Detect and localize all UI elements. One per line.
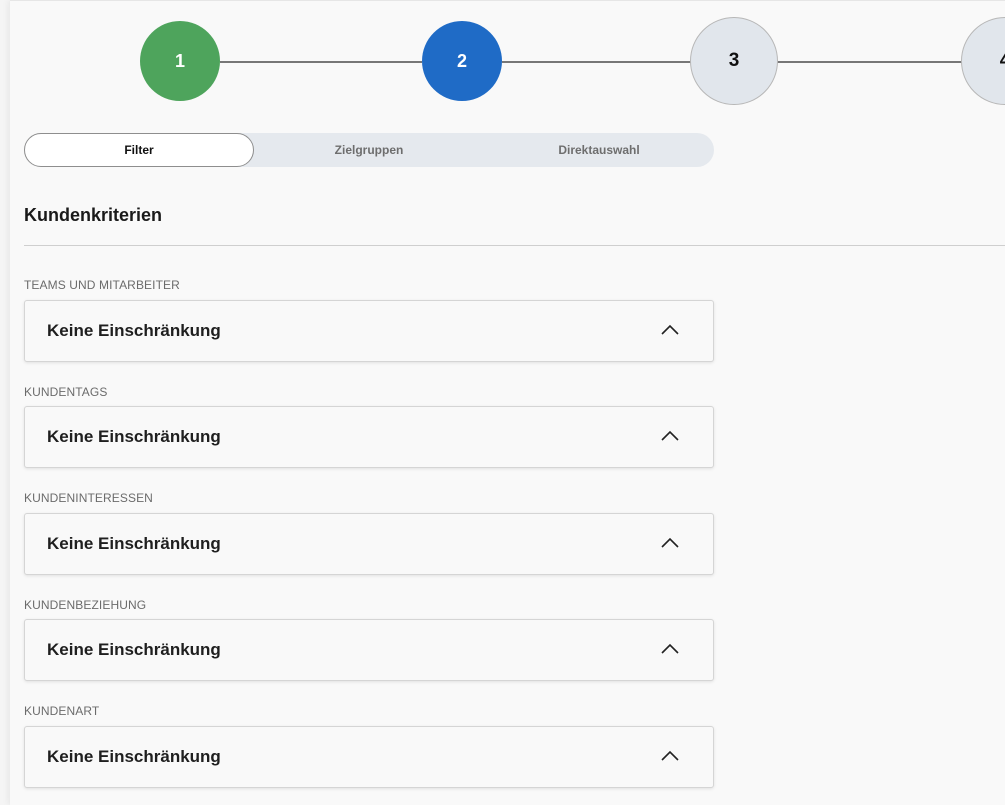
tab-filter[interactable]: Filter bbox=[24, 133, 254, 167]
selection-mode-tabs: Filter Zielgruppen Direktauswahl bbox=[24, 133, 714, 167]
tab-direktauswahl-label: Direktauswahl bbox=[558, 143, 640, 157]
teams-dropdown[interactable]: Keine Einschränkung bbox=[24, 300, 714, 362]
panel-top-border bbox=[10, 0, 1005, 1]
section-title: Kundenkriterien bbox=[24, 205, 163, 225]
section-divider bbox=[24, 245, 1005, 246]
chevron-up-icon bbox=[661, 324, 679, 335]
kundeninteressen-dropdown-value: Keine Einschränkung bbox=[47, 534, 221, 553]
chevron-up-icon bbox=[661, 643, 679, 654]
step-2-label: 2 bbox=[456, 50, 467, 71]
tab-direktauswahl[interactable]: Direktauswahl bbox=[484, 133, 714, 167]
step-1-label: 1 bbox=[174, 50, 185, 71]
step-3-label: 3 bbox=[728, 50, 740, 71]
kundenart-field-label: KUNDENART bbox=[24, 704, 100, 718]
stepper-connector bbox=[220, 61, 422, 63]
kundeninteressen-field-label: KUNDENINTERESSEN bbox=[24, 491, 153, 505]
teams-field-label: TEAMS UND MITARBEITER bbox=[24, 278, 180, 292]
kundenbeziehung-dropdown-value: Keine Einschränkung bbox=[47, 640, 221, 659]
kundenart-dropdown-value: Keine Einschränkung bbox=[47, 747, 221, 766]
kundenbeziehung-field-label: KUNDENBEZIEHUNG bbox=[24, 598, 147, 612]
chevron-up-icon bbox=[661, 750, 679, 761]
kundenbeziehung-dropdown[interactable]: Keine Einschränkung bbox=[24, 619, 714, 681]
step-3[interactable]: 3 bbox=[690, 17, 778, 105]
kundentags-field-label: KUNDENTAGS bbox=[24, 385, 108, 399]
stepper-connector bbox=[502, 61, 691, 63]
step-2[interactable]: 2 bbox=[422, 21, 502, 101]
chevron-up-icon bbox=[661, 430, 679, 441]
teams-dropdown-value: Keine Einschränkung bbox=[47, 321, 221, 340]
stepper-connector bbox=[777, 61, 964, 63]
kundeninteressen-dropdown[interactable]: Keine Einschränkung bbox=[24, 513, 714, 575]
step-1[interactable]: 1 bbox=[140, 21, 220, 101]
kundentags-dropdown-value: Keine Einschränkung bbox=[47, 427, 221, 446]
chevron-up-icon bbox=[661, 537, 679, 548]
tab-zielgruppen-label: Zielgruppen bbox=[334, 143, 404, 157]
step-4-label: 4 bbox=[999, 50, 1005, 71]
tab-zielgruppen[interactable]: Zielgruppen bbox=[254, 133, 484, 167]
kundentags-dropdown[interactable]: Keine Einschränkung bbox=[24, 406, 714, 468]
kundenart-dropdown[interactable]: Keine Einschränkung bbox=[24, 726, 714, 788]
tab-filter-label: Filter bbox=[124, 143, 154, 157]
wizard-panel bbox=[10, 0, 1005, 805]
